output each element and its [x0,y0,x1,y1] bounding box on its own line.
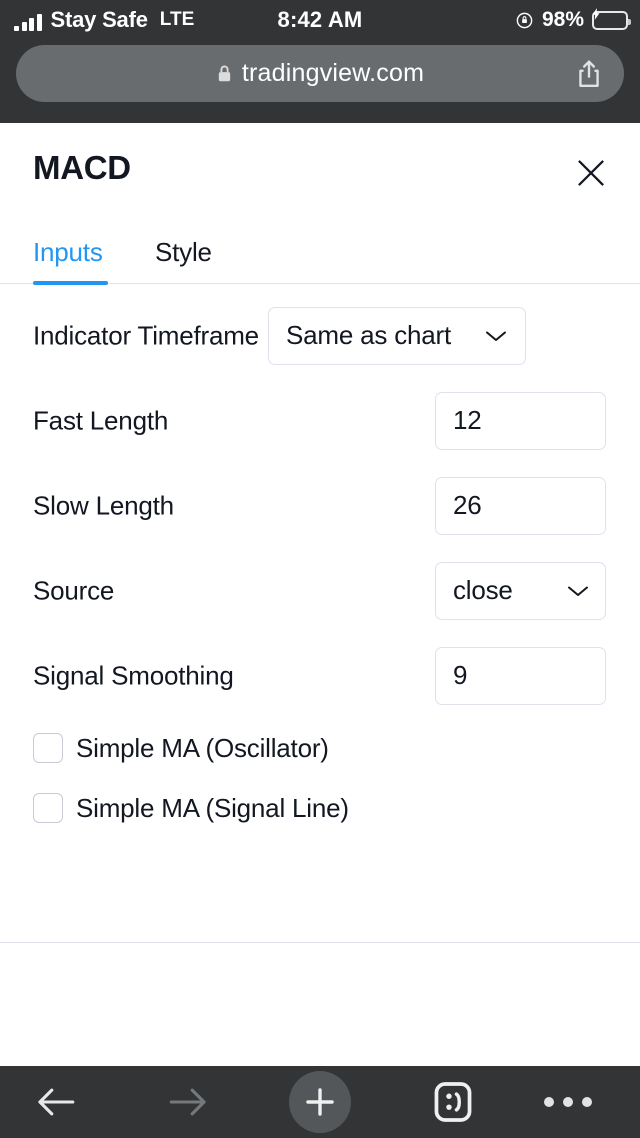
tab-inputs[interactable]: Inputs [33,229,103,275]
checkbox-row-simple-ma-oscillator[interactable]: Simple MA (Oscillator) [0,718,640,778]
browser-toolbar [0,1066,640,1138]
label-fast-length: Fast Length [33,405,169,435]
url-text: tradingview.com [241,59,425,87]
tab-style[interactable]: Style [155,229,212,275]
label-simple-ma-signal-line: Simple MA (Signal Line) [76,792,349,823]
dialog-footer: Cancel Ok [0,943,640,1138]
forward-button[interactable] [158,1078,218,1126]
lock-icon [218,65,231,82]
url-content: tradingview.com [216,59,424,88]
dot-icon [544,1097,554,1107]
status-bar-right: 98% [515,0,631,40]
chevron-down-icon [568,586,588,596]
form-row-fast-length: Fast Length 12 [0,378,640,463]
indicator-settings-dialog: MACD Inputs Style Indicator Timeframe Sa… [0,123,640,1138]
label-simple-ma-oscillator: Simple MA (Oscillator) [76,732,329,763]
url-field[interactable]: tradingview.com [16,45,624,102]
label-source: Source [33,575,115,605]
inputs-form: Indicator Timeframe Same as chart Fast L… [0,293,640,838]
source-value: close [453,575,513,605]
battery-percent-label: 98% [541,8,584,31]
status-bar: Stay Safe LTE 8:42 AM 98% [0,0,640,40]
label-slow-length: Slow Length [33,490,174,520]
plus-icon [306,1088,334,1116]
signal-smoothing-value: 9 [453,660,468,690]
page-title: MACD [33,149,131,186]
checkbox-row-simple-ma-signal-line[interactable]: Simple MA (Signal Line) [0,778,640,838]
rotation-lock-icon [516,12,533,28]
checkbox-simple-ma-oscillator[interactable] [33,733,63,763]
charging-bolt-icon [592,8,599,20]
form-row-signal-smoothing: Signal Smoothing 9 [0,633,640,718]
source-select[interactable]: close [435,561,606,620]
browser-url-bar: tradingview.com [0,40,640,123]
label-signal-smoothing: Signal Smoothing [33,660,234,690]
checkbox-simple-ma-signal-line[interactable] [33,793,63,823]
indicator-timeframe-select[interactable]: Same as chart [268,306,526,365]
signal-smoothing-input[interactable]: 9 [435,646,606,705]
form-row-indicator-timeframe: Indicator Timeframe Same as chart [0,293,640,378]
back-button[interactable] [26,1078,86,1126]
dot-icon [563,1097,573,1107]
slow-length-input[interactable]: 26 [435,476,606,535]
smiley-tab-icon [434,1082,472,1122]
fast-length-input[interactable]: 12 [435,391,606,450]
dialog-tabs: Inputs Style [0,223,640,293]
back-arrow-icon [38,1088,75,1116]
form-row-source: Source close [0,548,640,633]
new-tab-button[interactable] [289,1071,351,1133]
dot-icon [582,1097,592,1107]
share-icon[interactable] [576,59,602,89]
fast-length-value: 12 [453,405,482,435]
indicator-timeframe-value: Same as chart [286,320,452,350]
screen: Stay Safe LTE 8:42 AM 98% tradingview.co… [0,0,640,1138]
dialog-header: MACD [0,123,640,223]
label-indicator-timeframe: Indicator Timeframe [33,320,259,350]
battery-charging-icon [592,8,631,30]
tabs-overview-button[interactable] [428,1077,478,1127]
active-tab-indicator [33,281,108,285]
close-icon [578,160,604,186]
form-row-slow-length: Slow Length 26 [0,463,640,548]
close-button[interactable] [569,151,613,195]
browser-menu-button[interactable] [540,1082,596,1122]
slow-length-value: 26 [453,490,482,520]
chevron-down-icon [486,331,506,341]
forward-arrow-icon [169,1088,206,1116]
